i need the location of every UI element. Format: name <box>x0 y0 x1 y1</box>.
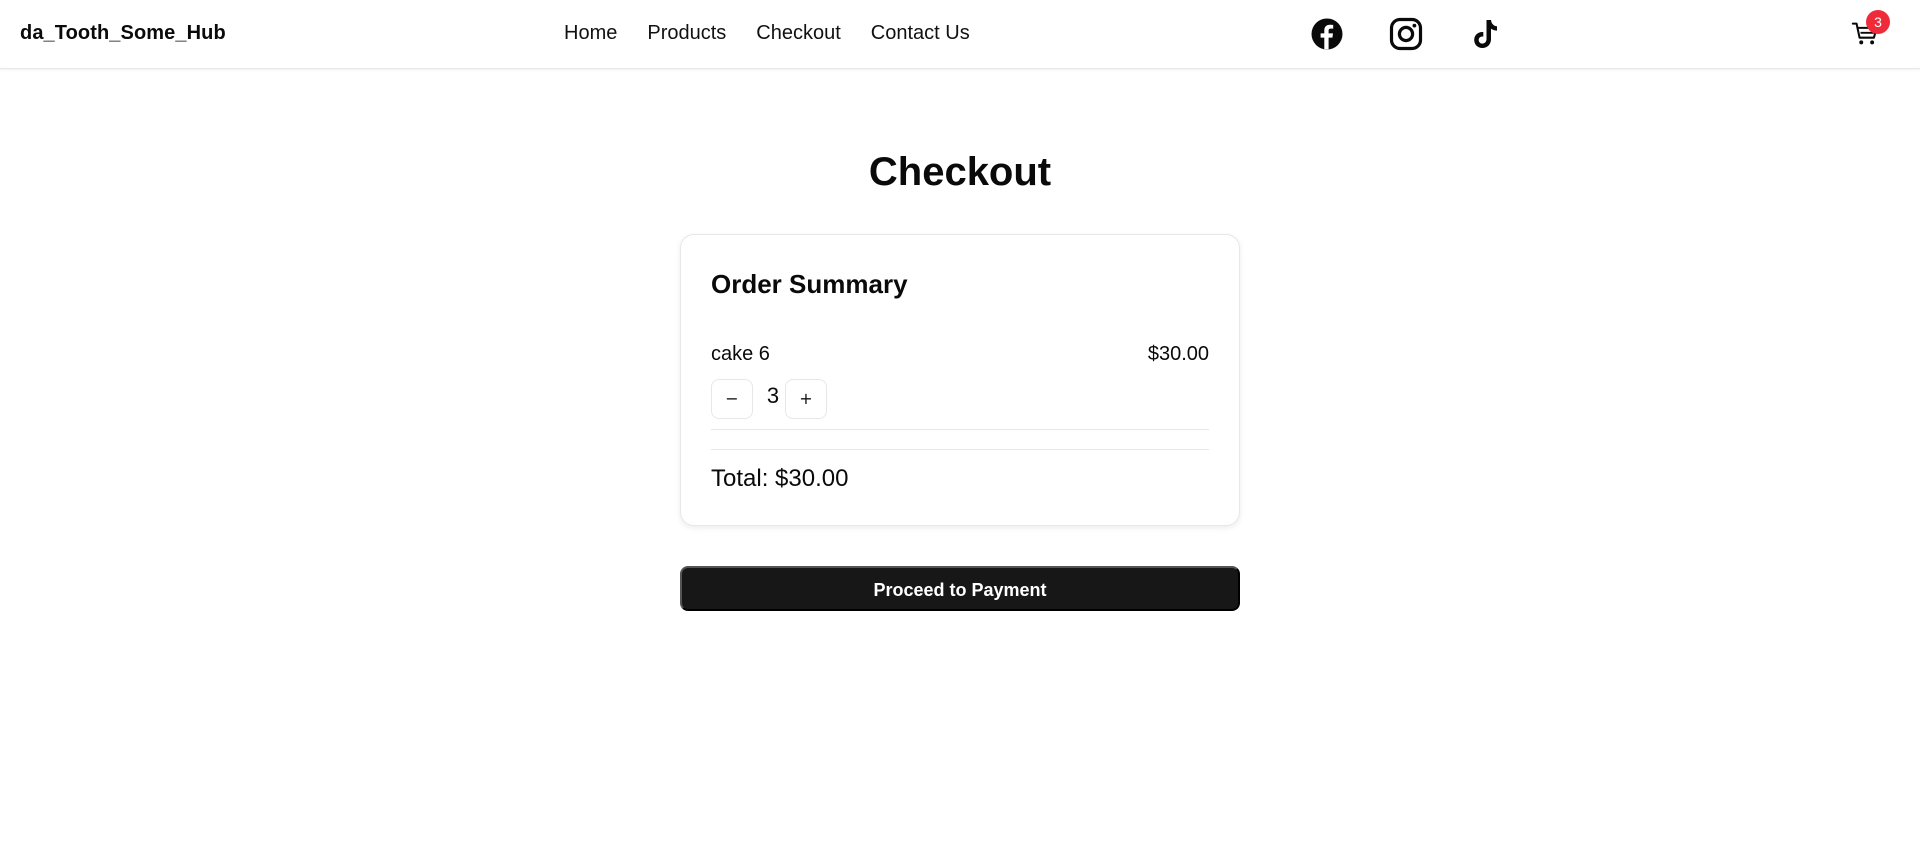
proceed-to-payment-button[interactable]: Proceed to Payment <box>680 566 1240 611</box>
navbar: da_Tooth_Some_Hub Home Products Checkout… <box>0 0 1920 69</box>
nav-link-products[interactable]: Products <box>647 22 726 45</box>
order-summary-heading: Order Summary <box>711 269 908 299</box>
facebook-icon[interactable] <box>1309 16 1345 52</box>
nav-links: Home Products Checkout Contact Us <box>564 22 970 45</box>
item-name: cake 6 <box>711 343 770 365</box>
nav-link-home[interactable]: Home <box>564 22 617 45</box>
brand-logo[interactable]: da_Tooth_Some_Hub <box>20 22 226 45</box>
nav-link-checkout[interactable]: Checkout <box>756 22 841 45</box>
increase-quantity-button[interactable]: + <box>785 379 827 419</box>
total-divider <box>711 449 1209 450</box>
nav-link-contact[interactable]: Contact Us <box>871 22 970 45</box>
tiktok-icon[interactable] <box>1467 16 1503 52</box>
instagram-icon[interactable] <box>1388 16 1424 52</box>
cart-button[interactable]: 3 <box>1850 10 1890 50</box>
quantity-value: 3 <box>766 383 780 408</box>
item-divider <box>711 429 1209 430</box>
decrease-quantity-button[interactable]: − <box>711 379 753 419</box>
order-total: Total: $30.00 <box>711 465 849 492</box>
cart-count-badge: 3 <box>1866 10 1890 34</box>
order-summary-card: Order Summary cake 6 $30.00 − 3 + Total:… <box>680 234 1240 526</box>
item-price: $30.00 <box>1147 343 1209 365</box>
page-title: Checkout <box>868 150 1052 194</box>
